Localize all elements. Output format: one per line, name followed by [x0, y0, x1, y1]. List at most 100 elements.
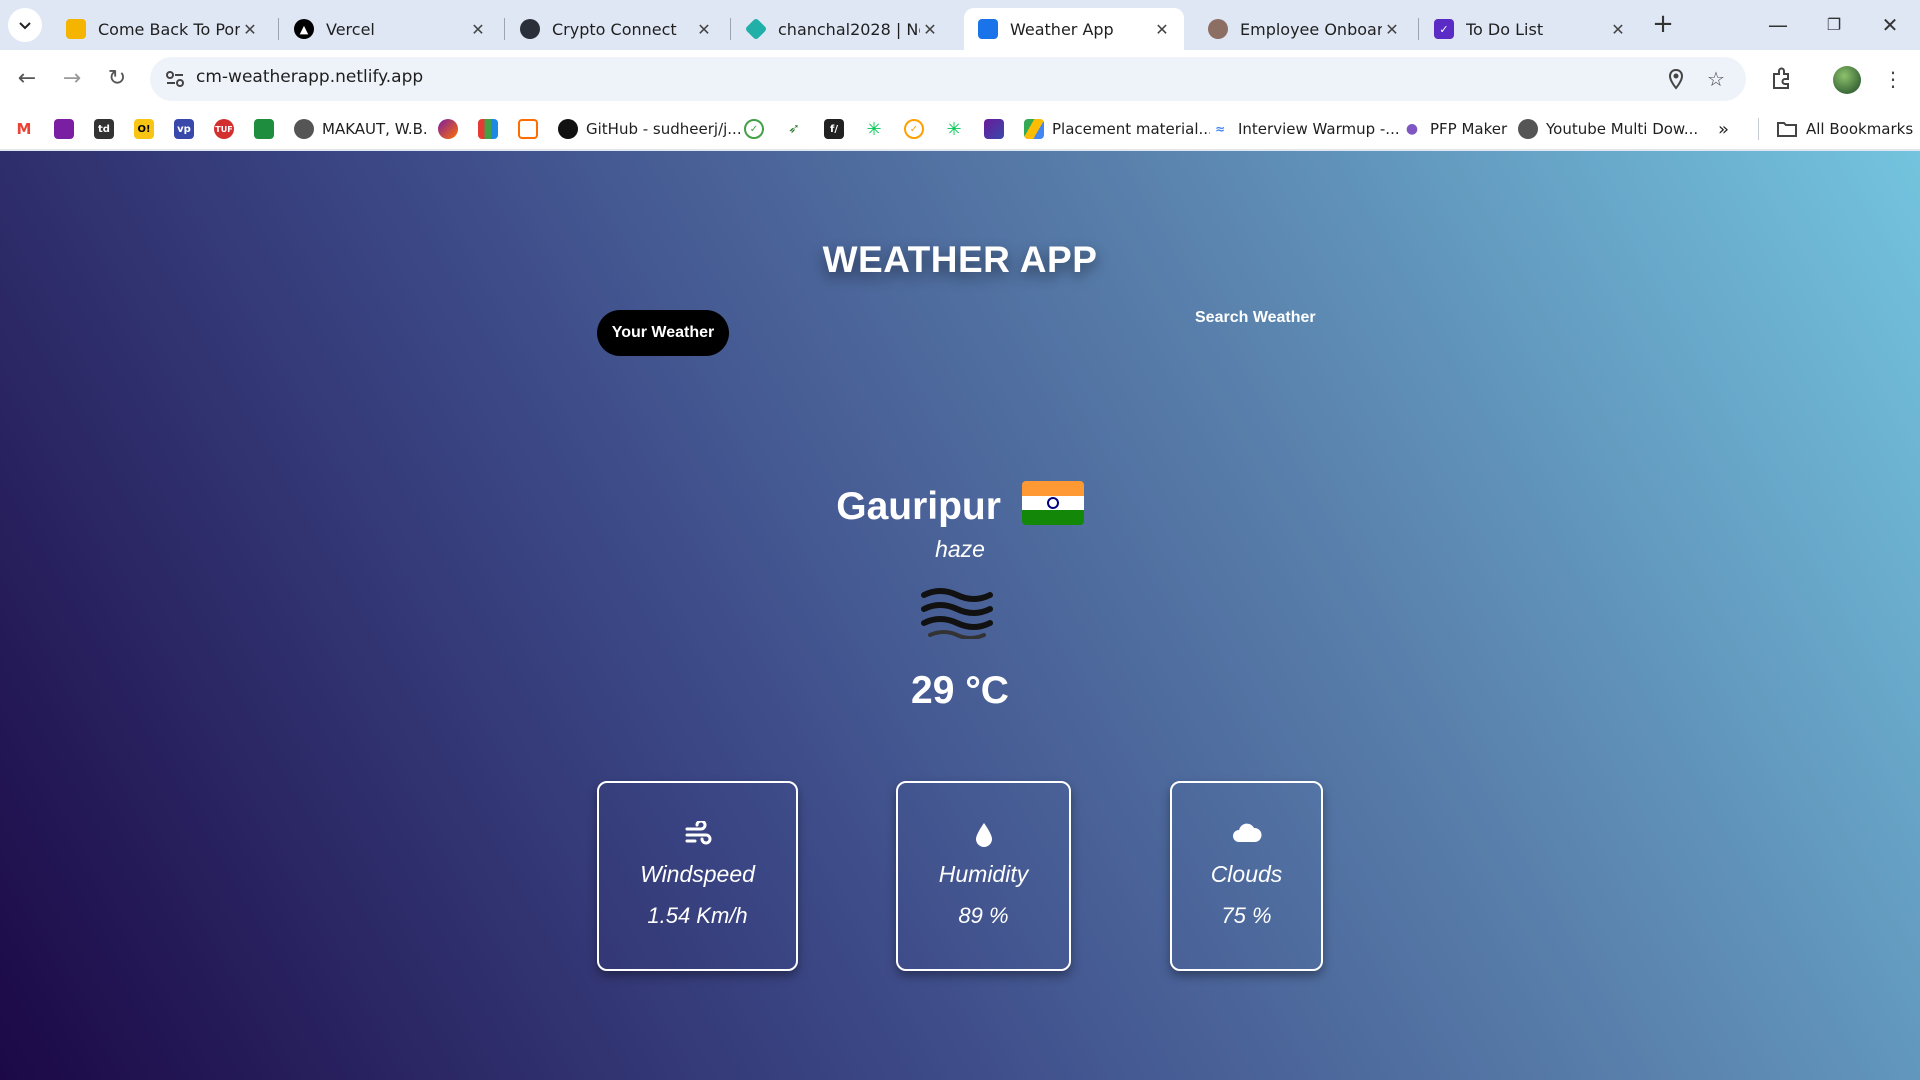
tab-close-icon[interactable]: ✕	[694, 20, 714, 39]
td-icon: td	[94, 119, 114, 139]
site-info-icon[interactable]	[164, 68, 186, 90]
new-tab-button[interactable]: +	[1648, 10, 1678, 40]
reload-icon[interactable]: ↻	[100, 62, 134, 96]
bookmark-pfp-maker[interactable]: ● PFP Maker	[1402, 116, 1507, 142]
menu-kebab-icon[interactable]: ⋮	[1876, 62, 1910, 96]
bookmark-slides[interactable]	[54, 116, 74, 142]
india-flag-icon	[1021, 481, 1084, 525]
browser-tab[interactable]: Employee Onboardin ✕	[1194, 8, 1414, 50]
extensions-icon[interactable]	[1764, 62, 1798, 96]
warmup-icon: ≈	[1210, 119, 1230, 139]
card-icon-wrap	[898, 821, 1069, 849]
tab-close-icon[interactable]: ✕	[1608, 20, 1628, 39]
browser-tab[interactable]: Come Back To Portfo ✕	[52, 8, 272, 50]
globe-icon	[1518, 119, 1538, 139]
browser-tab[interactable]: ✓ To Do List ✕	[1420, 8, 1640, 50]
tab-title: Vercel	[326, 19, 375, 39]
github-icon	[558, 119, 578, 139]
page-title: WEATHER APP	[822, 239, 1098, 280]
browser-tab-active[interactable]: Weather App ✕	[964, 8, 1184, 50]
tab-favicon-icon: ▲	[294, 19, 314, 39]
bookmark-github[interactable]: GitHub - sudheerj/j...	[558, 116, 742, 142]
bookmark-label: Youtube Multi Dow...	[1546, 120, 1699, 138]
minimize-icon[interactable]: —	[1750, 8, 1806, 42]
tuf-icon: TUF	[214, 119, 234, 139]
tab-title: chanchal2028 | Netlif	[778, 19, 920, 39]
bookmark-label: Interview Warmup -...	[1238, 120, 1400, 138]
tab-title: Come Back To Portfo	[98, 19, 240, 39]
browser-tab[interactable]: chanchal2028 | Netlif ✕	[732, 8, 952, 50]
browser-tab[interactable]: Crypto Connect ✕	[506, 8, 726, 50]
tab-search-weather[interactable]: Search Weather	[1195, 309, 1316, 327]
bookmark-placement[interactable]: Placement material...	[1024, 116, 1213, 142]
bookmark-check[interactable]: ✓	[744, 116, 764, 142]
location-pin-icon[interactable]	[1664, 67, 1688, 91]
browser-tab-strip: Come Back To Portfo ✕ ▲ Vercel ✕ Crypto …	[0, 0, 1920, 50]
tab-separator	[278, 18, 279, 40]
check-icon: ✓	[744, 119, 764, 139]
gmail-icon: M	[14, 119, 34, 139]
bookmarks-overflow-chevron-icon[interactable]: »	[1718, 116, 1729, 142]
wind-icon	[685, 821, 711, 845]
leaf-icon: ➶	[784, 119, 804, 139]
bookmark-tuf[interactable]: TUF	[214, 116, 234, 142]
bookmark-chat[interactable]	[518, 116, 538, 142]
bookmark-fx[interactable]: f/	[824, 116, 844, 142]
card-icon-wrap	[1172, 821, 1321, 849]
weather-condition: haze	[935, 536, 985, 562]
bookmark-youtube-multi[interactable]: Youtube Multi Dow...	[1518, 116, 1698, 142]
bookmark-star-icon[interactable]: ☆	[1704, 67, 1728, 91]
bookmark-gmail[interactable]: M	[14, 116, 34, 142]
bookmark-asterisk-green[interactable]: ✳	[944, 116, 964, 142]
tab-close-icon[interactable]: ✕	[1152, 20, 1172, 39]
back-arrow-icon[interactable]: ←	[10, 62, 44, 96]
bookmark-sheets[interactable]	[254, 116, 274, 142]
bookmark-leaf[interactable]: ➶	[784, 116, 804, 142]
browser-toolbar: ← → ↻ cm-weatherapp.netlify.app ☆ ⋮	[0, 50, 1920, 108]
tab-title: Employee Onboardin	[1240, 19, 1382, 39]
chevron-down-icon	[19, 22, 31, 30]
chat-icon	[518, 119, 538, 139]
cube-icon	[984, 119, 1004, 139]
bookmark-up[interactable]: vp	[174, 116, 194, 142]
tab-close-icon[interactable]: ✕	[920, 20, 940, 39]
tab-favicon-icon	[978, 19, 998, 39]
fx-icon: f/	[824, 119, 844, 139]
bookmark-td[interactable]: td	[94, 116, 114, 142]
card-value: 1.54 Km/h	[647, 903, 748, 928]
bookmark-interview-warmup[interactable]: ≈ Interview Warmup -...	[1210, 116, 1400, 142]
bookmark-label: GitHub - sudheerj/j...	[586, 120, 742, 138]
bookmark-o[interactable]: O!	[134, 116, 154, 142]
cloud-icon	[1232, 823, 1262, 842]
bookmark-makaut[interactable]: MAKAUT, W.B.	[294, 116, 428, 142]
window-close-icon[interactable]: ✕	[1862, 8, 1918, 42]
tab-your-weather[interactable]: Your Weather	[597, 310, 729, 356]
address-bar[interactable]: cm-weatherapp.netlify.app ☆	[150, 57, 1746, 101]
city-name: Gauripur	[836, 485, 1001, 528]
bookmark-orange-check[interactable]: ✓	[904, 116, 924, 142]
browser-tab[interactable]: ▲ Vercel ✕	[280, 8, 500, 50]
tab-favicon-icon	[744, 17, 768, 41]
tab-favicon-icon: ✓	[1434, 19, 1454, 39]
o-icon: O!	[134, 119, 154, 139]
asterisk-green-icon: ✳	[944, 119, 964, 140]
tab-title: Weather App	[1010, 19, 1114, 39]
tab-separator	[1418, 18, 1419, 40]
bookmark-cube[interactable]	[984, 116, 1004, 142]
temperature: 29 °C	[911, 669, 1009, 712]
all-bookmarks[interactable]: All Bookmarks	[1776, 116, 1913, 142]
location-heading: Gauripur	[0, 481, 1920, 529]
restore-icon[interactable]: ❐	[1806, 8, 1862, 42]
profile-avatar[interactable]	[1833, 66, 1861, 94]
bookmark-asterisk[interactable]: ✳	[864, 116, 884, 142]
tab-search-button[interactable]	[8, 8, 42, 42]
forward-arrow-icon[interactable]: →	[55, 62, 89, 96]
weather-app-page: WEATHER APP Your Weather Search Weather …	[0, 151, 1920, 1080]
bookmark-books[interactable]	[478, 116, 498, 142]
tab-close-icon[interactable]: ✕	[240, 20, 260, 39]
tab-separator	[504, 18, 505, 40]
card-value: 75 %	[1221, 903, 1272, 928]
bookmark-firefox[interactable]	[438, 116, 458, 142]
tab-close-icon[interactable]: ✕	[468, 20, 488, 39]
tab-close-icon[interactable]: ✕	[1382, 20, 1402, 39]
